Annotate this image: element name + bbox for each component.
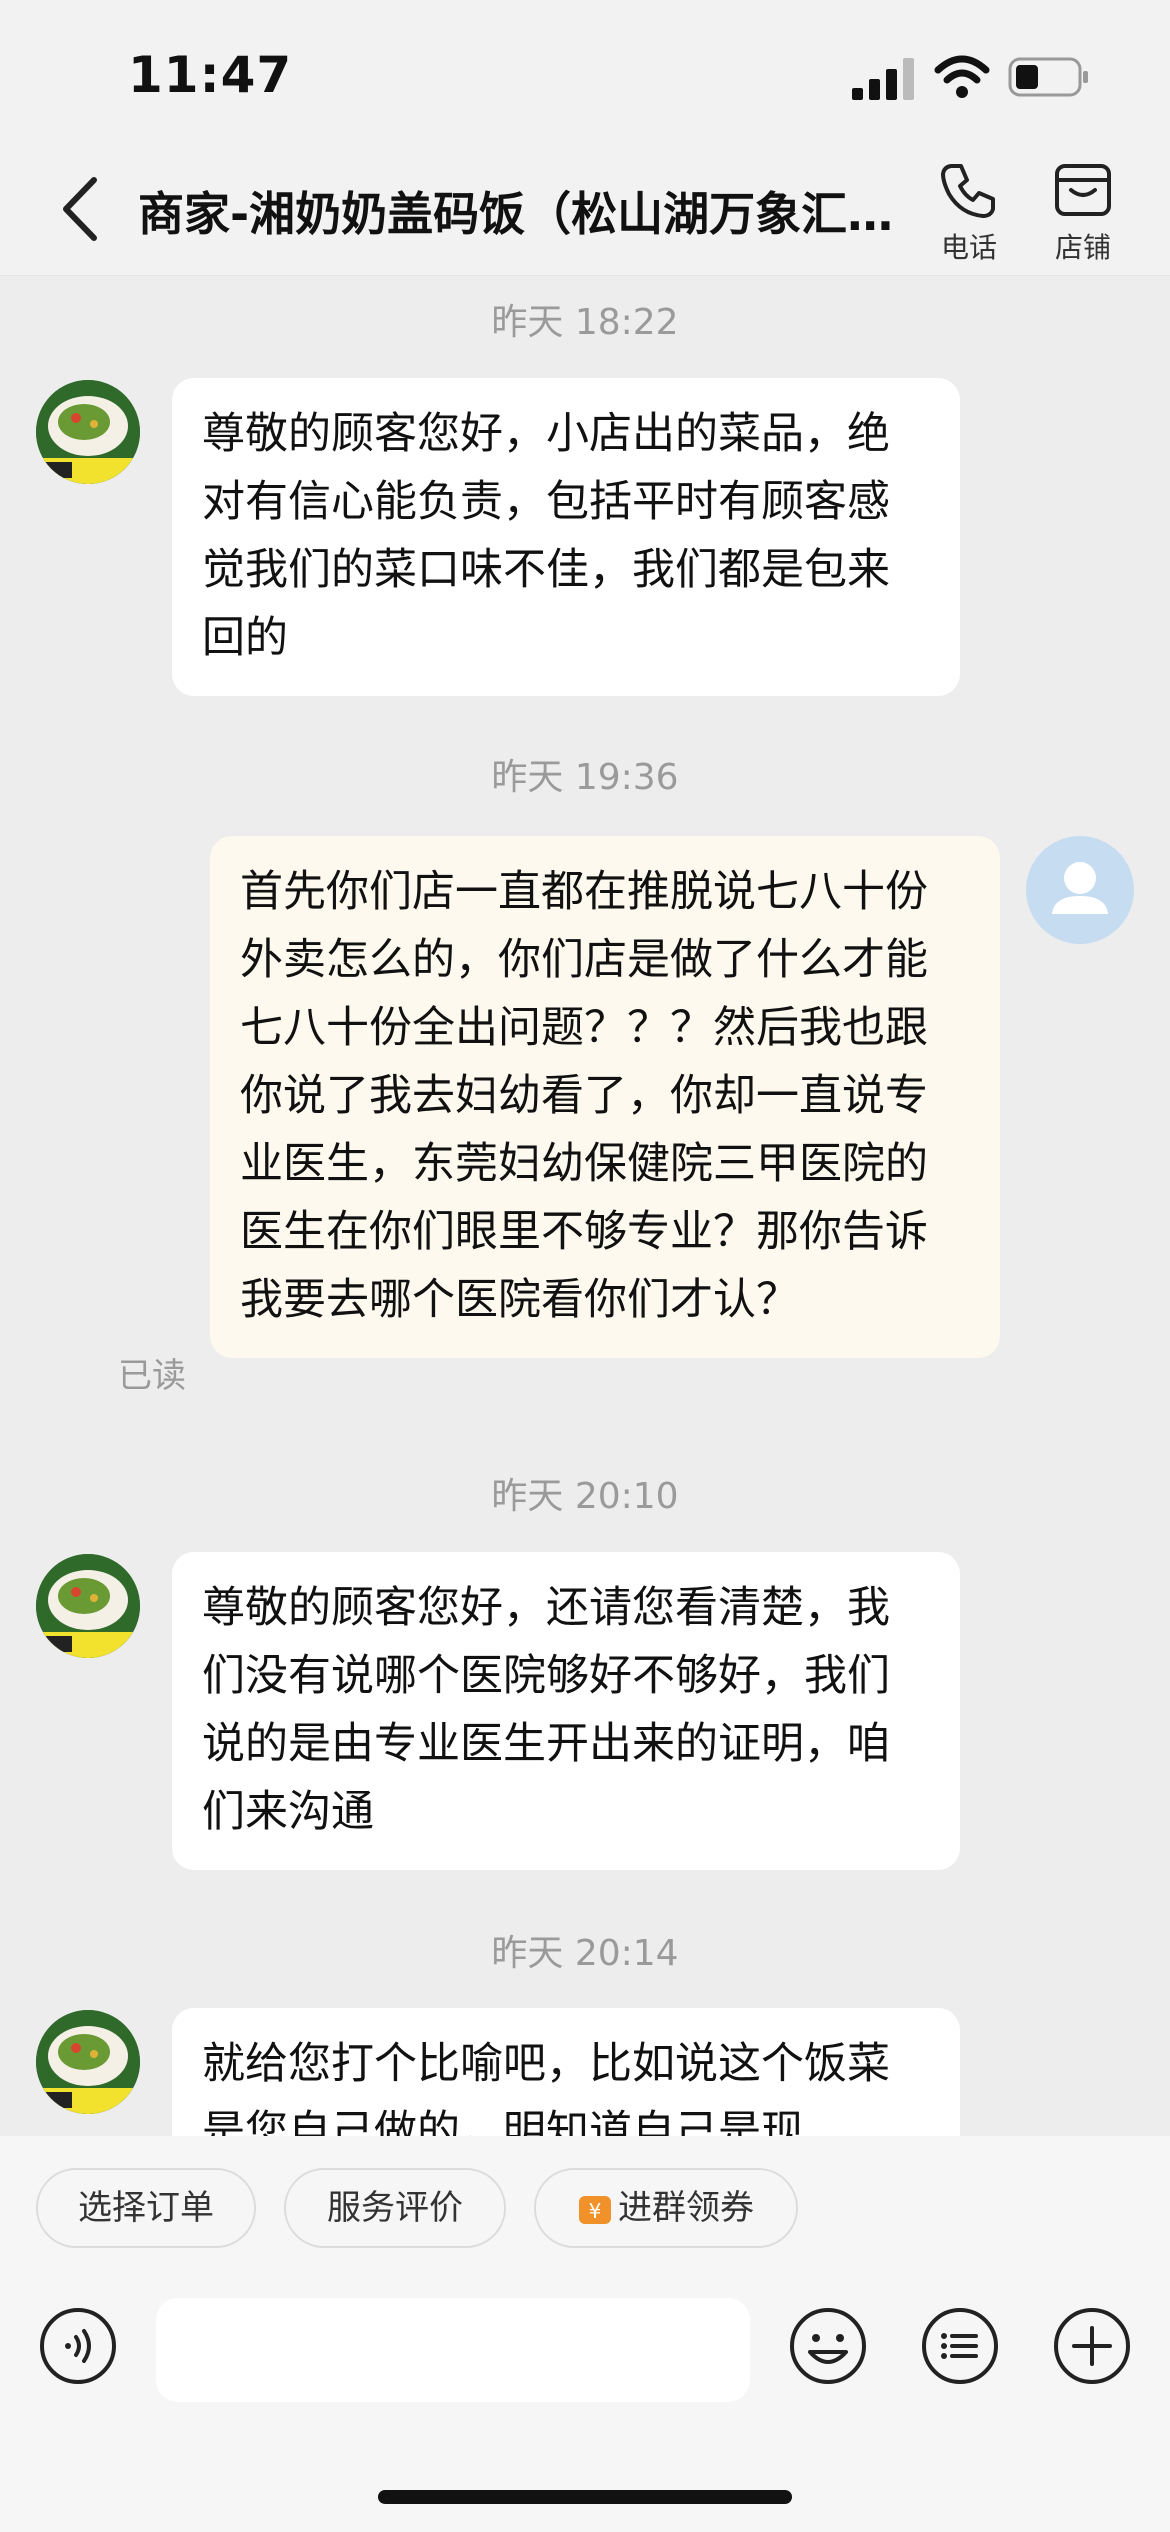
status-bar: 11:47	[0, 0, 1170, 150]
list-icon[interactable]	[920, 2306, 1000, 2386]
wifi-icon	[934, 55, 990, 98]
join-group-coupon-button[interactable]: ¥ 进群领券	[534, 2168, 798, 2248]
voice-icon[interactable]	[38, 2306, 118, 2386]
phone-label: 电话	[940, 231, 997, 264]
outgoing-message-bubble[interactable]: 首先你们店一直都在推脱说七八十份外卖怎么的，你们店是做了什么才能七八十份全出问题…	[210, 836, 1000, 1358]
merchant-logo-image	[36, 1554, 140, 1658]
input-bar	[0, 2256, 1170, 2532]
message-timestamp: 昨天 20:10	[491, 1476, 679, 1517]
chat-title: 商家-湘奶奶盖码饭（松山湖万象汇…	[138, 187, 894, 241]
message-input[interactable]	[156, 2298, 750, 2402]
service-review-button[interactable]: 服务评价	[284, 2168, 506, 2248]
incoming-message-bubble[interactable]: 尊敬的顾客您好，还请您看清楚，我们没有说哪个医院够好不够好，我们说的是由专业医生…	[172, 1552, 960, 1870]
join-group-coupon-label: 进群领券	[618, 2188, 754, 2228]
incoming-message-bubble[interactable]: 尊敬的顾客您好，小店出的菜品，绝对有信心能负责，包括平时有顾客感觉我们的菜口味不…	[172, 378, 960, 696]
chat-header: 商家-湘奶奶盖码饭（松山湖万象汇… 电话 店铺	[0, 150, 1170, 276]
message-timestamp: 昨天 19:36	[491, 757, 679, 798]
merchant-avatar[interactable]	[36, 1554, 140, 1658]
read-status: 已读	[118, 1356, 186, 1396]
store-icon	[1055, 164, 1111, 216]
select-order-button[interactable]: 选择订单	[36, 2168, 256, 2248]
merchant-logo-image	[36, 2010, 140, 2114]
home-indicator[interactable]	[378, 2490, 792, 2504]
coupon-icon: ¥	[579, 2195, 611, 2224]
user-icon	[1052, 862, 1108, 914]
plus-icon[interactable]	[1052, 2306, 1132, 2386]
emoji-icon[interactable]	[788, 2306, 868, 2386]
phone-icon	[941, 164, 995, 218]
incoming-message-bubble[interactable]: 就给您打个比喻吧，比如说这个饭菜是您自己做的，明知道自己是现	[172, 2008, 960, 2136]
merchant-logo-image	[36, 380, 140, 484]
merchant-avatar[interactable]	[36, 380, 140, 484]
battery-icon	[1008, 57, 1088, 97]
store-button[interactable]: 店铺	[1038, 158, 1128, 266]
signal-icon	[852, 58, 914, 100]
back-icon[interactable]	[56, 174, 106, 244]
phone-button[interactable]: 电话	[924, 158, 1014, 266]
store-label: 店铺	[1054, 231, 1111, 264]
status-time: 11:47	[128, 46, 293, 104]
user-avatar[interactable]	[1026, 836, 1134, 944]
message-timestamp: 昨天 18:22	[491, 302, 679, 343]
chat-messages[interactable]: 昨天 18:22 尊敬的顾客您好，小店出的菜品，绝对有信心能负责，包括平时有顾客…	[0, 276, 1170, 2136]
svg-text:¥: ¥	[589, 2199, 602, 2223]
quick-actions-bar: 选择订单 服务评价 ¥ 进群领券	[0, 2136, 1170, 2256]
message-timestamp: 昨天 20:14	[491, 1933, 679, 1974]
merchant-avatar[interactable]	[36, 2010, 140, 2114]
